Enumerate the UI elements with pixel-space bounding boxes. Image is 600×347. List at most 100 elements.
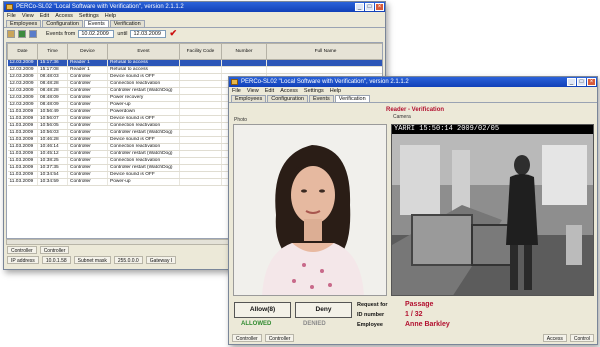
deny-button[interactable]: Deny	[295, 302, 352, 318]
device-cell: Controller	[67, 136, 108, 144]
full-name-cell	[266, 66, 382, 74]
date-cell: 11.03.2009	[7, 115, 38, 123]
facility-code-cell	[179, 66, 222, 74]
tab-configuration[interactable]: Configuration	[267, 95, 308, 102]
minimize-icon[interactable]: _	[355, 3, 364, 11]
date-cell: 12.03.2009	[7, 94, 38, 102]
events-window-title: PERCo-SL02 "Local Software with Verifica…	[16, 4, 184, 10]
menu-file[interactable]: File	[232, 87, 241, 95]
col-time[interactable]: Time	[37, 43, 68, 60]
minimize-icon[interactable]: _	[567, 78, 576, 86]
employee-photo	[233, 124, 387, 296]
camera-timestamp-overlay: YARRI 15:50:14 2009/02/05	[392, 125, 593, 134]
menu-help[interactable]: Help	[105, 12, 116, 20]
events-window-titlebar[interactable]: PERCo-SL02 "Local Software with Verifica…	[4, 2, 385, 12]
menu-settings[interactable]: Settings	[79, 12, 99, 20]
table-row[interactable]: 12.03.2009 15:17:36 Reader 1 Refusal to acc…	[7, 59, 382, 67]
verification-menubar: File View Edit Access Settings Help	[229, 87, 597, 95]
facility-code-cell	[179, 115, 222, 123]
menu-view[interactable]: View	[22, 12, 34, 20]
id-number-value: 1 / 32	[405, 311, 423, 318]
maximize-icon[interactable]: □	[577, 78, 586, 86]
menu-edit[interactable]: Edit	[265, 87, 274, 95]
col-date[interactable]: Date	[7, 43, 38, 60]
events-from-label: Events from	[46, 30, 76, 37]
id-number-label: ID number	[357, 312, 385, 318]
time-cell: 08:48:03	[37, 73, 68, 81]
event-cell: Device sound is OFF	[107, 171, 180, 179]
facility-code-cell	[179, 87, 222, 95]
number-cell	[221, 66, 267, 74]
control-status: Control	[569, 334, 594, 342]
tab-events[interactable]: Events	[308, 95, 334, 102]
menu-edit[interactable]: Edit	[40, 12, 49, 20]
tab-verification[interactable]: Verification	[109, 20, 145, 27]
event-cell: Refusal to access	[107, 66, 180, 74]
time-cell: 10:56:49	[37, 108, 68, 116]
verification-window-titlebar[interactable]: PERCo-SL02 "Local Software with Verifica…	[229, 77, 597, 87]
event-cell: Power-up	[107, 101, 180, 109]
bottom-tab-controller-1[interactable]: Controller	[7, 246, 37, 254]
menu-file[interactable]: File	[7, 12, 16, 20]
col-facility-code[interactable]: Facility Code	[179, 43, 222, 60]
date-until-field[interactable]: 12.03.2009	[130, 29, 167, 38]
date-cell: 12.03.2009	[7, 87, 38, 95]
col-device[interactable]: Device	[67, 43, 108, 60]
date-cell: 12.03.2009	[7, 80, 38, 88]
device-cell: Controller	[67, 171, 108, 179]
close-icon[interactable]: ×	[587, 78, 596, 86]
bottom-tab-controller-2[interactable]: Controller	[39, 246, 70, 254]
tab-verification[interactable]: Verification	[334, 95, 370, 102]
col-number[interactable]: Number	[221, 43, 267, 60]
time-cell: 15:17:36	[37, 59, 68, 67]
tab-configuration[interactable]: Configuration	[42, 20, 83, 27]
date-cell: 11.03.2009	[7, 150, 38, 158]
device-cell: Controller	[67, 157, 108, 165]
print-icon[interactable]	[7, 29, 15, 38]
table-row[interactable]: 12.03.2009 15:17:08 Reader 1 Refusal to acc…	[7, 66, 382, 74]
date-cell: 12.03.2009	[7, 66, 38, 74]
tab-events[interactable]: Events	[83, 20, 109, 27]
menu-access[interactable]: Access	[55, 12, 73, 20]
menu-view[interactable]: View	[247, 87, 259, 95]
col-event[interactable]: Event	[107, 43, 180, 60]
event-cell: Connection reactivation	[107, 122, 180, 130]
full-name-cell	[266, 59, 382, 67]
bottom-tab-controller-2[interactable]: Controller	[264, 334, 295, 342]
date-cell: 11.03.2009	[7, 178, 38, 186]
access-status: Access	[542, 334, 567, 342]
close-icon[interactable]: ×	[375, 3, 384, 11]
device-cell: Controller	[67, 94, 108, 102]
date-cell: 11.03.2009	[7, 164, 38, 172]
device-cell: Controller	[67, 150, 108, 158]
time-cell: 08:48:09	[37, 101, 68, 109]
event-cell: Connection reactivation	[107, 80, 180, 88]
tab-employees[interactable]: Employees	[231, 95, 267, 102]
facility-code-cell	[179, 73, 222, 81]
menu-help[interactable]: Help	[330, 87, 341, 95]
photo-label: Photo	[234, 117, 248, 123]
menu-settings[interactable]: Settings	[304, 87, 324, 95]
filter-icon[interactable]	[29, 29, 37, 38]
camera-view: YARRI 15:50:14 2009/02/05	[391, 124, 594, 296]
export-excel-icon[interactable]	[18, 29, 26, 38]
menu-access[interactable]: Access	[280, 87, 298, 95]
date-cell: 12.03.2009	[7, 59, 38, 67]
employee-label: Employee	[357, 322, 383, 328]
date-cell: 11.03.2009	[7, 108, 38, 116]
mask-label: Subnet mask	[73, 256, 111, 264]
bottom-tab-controller-1[interactable]: Controller	[232, 334, 262, 342]
apply-check-icon[interactable]: ✔	[169, 28, 177, 39]
date-from-field[interactable]: 10.02.2009	[78, 29, 115, 38]
allow-button[interactable]: Allow(8)	[234, 302, 291, 318]
facility-code-cell	[179, 171, 222, 179]
facility-code-cell	[179, 59, 222, 67]
maximize-icon[interactable]: □	[365, 3, 374, 11]
time-cell: 10:56:07	[37, 115, 68, 123]
verification-window: PERCo-SL02 "Local Software with Verifica…	[228, 76, 598, 345]
col-full-name[interactable]: Full Name	[266, 43, 382, 60]
camera-label: Camera	[393, 114, 411, 120]
tab-employees[interactable]: Employees	[6, 20, 42, 27]
request-for-value: Passage	[405, 301, 434, 308]
denied-status: DENIED	[303, 321, 326, 327]
